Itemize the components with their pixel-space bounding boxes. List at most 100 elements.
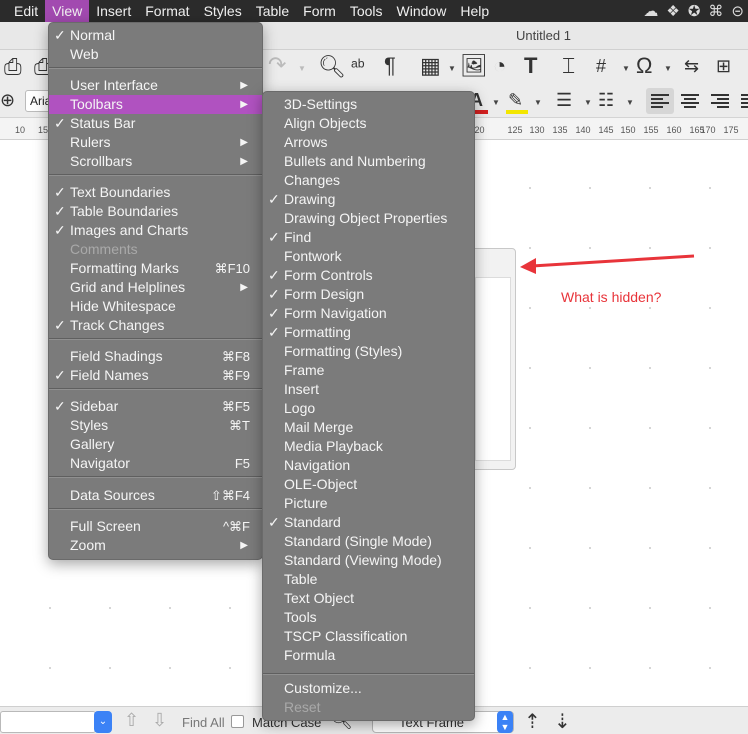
menu-item-fontwork[interactable]: Fontwork — [263, 247, 474, 266]
insert-image-icon[interactable]: 🖼︎ — [460, 55, 488, 77]
menu-item-zoom[interactable]: Zoom ▶ — [49, 536, 262, 555]
menu-item-track-changes[interactable]: ✓ Track Changes — [49, 316, 262, 335]
menu-item-sidebar[interactable]: ✓ Sidebar ⌘F5 — [49, 397, 262, 416]
app-icon[interactable]: ✪ — [688, 2, 701, 20]
command-icon[interactable]: ⌘ — [708, 2, 723, 20]
menu-item-standard[interactable]: ✓ Standard — [263, 513, 474, 532]
menu-item-table[interactable]: Table — [263, 570, 474, 589]
menu-item-formatting[interactable]: ✓ Formatting — [263, 323, 474, 342]
menu-item-data-sources[interactable]: Data Sources ⇧⌘F4 — [49, 486, 262, 505]
match-case-checkbox[interactable] — [231, 715, 244, 728]
menu-item-scrollbars[interactable]: Scrollbars ▶ — [49, 152, 262, 171]
find-next-icon[interactable]: ⇩ — [152, 710, 167, 731]
menu-item-field-names[interactable]: ✓ Field Names ⌘F9 — [49, 366, 262, 385]
ordered-list-dropdown-icon[interactable]: ▼ — [626, 98, 634, 107]
ordered-list-icon[interactable]: ☷ — [598, 91, 614, 109]
menu-item-hide-whitespace[interactable]: Hide Whitespace — [49, 297, 262, 316]
menu-item-bullets-and-numbering[interactable]: Bullets and Numbering — [263, 152, 474, 171]
find-replace-icon[interactable]: 🔍︎ — [318, 56, 346, 78]
menu-item-user-interface[interactable]: User Interface ▶ — [49, 76, 262, 95]
menu-item-gallery[interactable]: Gallery — [49, 435, 262, 454]
align-right-button[interactable] — [706, 88, 734, 114]
menu-item-standard-single-mode[interactable]: Standard (Single Mode) — [263, 532, 474, 551]
menu-item-tools[interactable]: Tools — [263, 608, 474, 627]
menubar-insert[interactable]: Insert — [89, 0, 138, 22]
insert-textbox-icon[interactable]: T — [524, 55, 537, 77]
menu-item-table-boundaries[interactable]: ✓ Table Boundaries — [49, 202, 262, 221]
menu-item-mail-merge[interactable]: Mail Merge — [263, 418, 474, 437]
menu-item-changes[interactable]: Changes — [263, 171, 474, 190]
menu-item-tscp-classification[interactable]: TSCP Classification — [263, 627, 474, 646]
menu-item-formatting-marks[interactable]: Formatting Marks ⌘F10 — [49, 259, 262, 278]
unordered-list-dropdown-icon[interactable]: ▼ — [584, 98, 592, 107]
menubar-help[interactable]: Help — [453, 0, 496, 22]
menu-item-text-object[interactable]: Text Object — [263, 589, 474, 608]
menu-item-rulers[interactable]: Rulers ▶ — [49, 133, 262, 152]
insert-chart-icon[interactable]: ◔ — [493, 55, 506, 77]
menubar-styles[interactable]: Styles — [197, 0, 249, 22]
menu-item-find[interactable]: ✓ Find — [263, 228, 474, 247]
menu-item-normal[interactable]: ✓ Normal — [49, 26, 262, 45]
menu-item-navigation[interactable]: Navigation — [263, 456, 474, 475]
justify-button[interactable] — [736, 88, 748, 114]
sync-icon[interactable]: ⊝ — [731, 2, 744, 20]
menu-item-full-screen[interactable]: Full Screen ^⌘F — [49, 517, 262, 536]
field-dropdown-icon[interactable]: ▼ — [622, 64, 630, 73]
menu-item-web[interactable]: Web — [49, 45, 262, 64]
print-icon[interactable]: ⎙ — [4, 56, 22, 78]
hidden-panel[interactable] — [470, 248, 516, 470]
formatting-marks-icon[interactable]: ¶ — [384, 55, 396, 77]
menubar-edit[interactable]: Edit — [0, 0, 45, 22]
special-character-icon[interactable]: Ω — [636, 55, 652, 77]
menu-item-text-boundaries[interactable]: ✓ Text Boundaries — [49, 183, 262, 202]
menubar-tools[interactable]: Tools — [343, 0, 390, 22]
menu-item-3d-settings[interactable]: 3D-Settings — [263, 95, 474, 114]
menu-item-formula[interactable]: Formula — [263, 646, 474, 665]
previous-object-icon[interactable]: ⇡ — [524, 709, 541, 734]
find-input[interactable] — [0, 711, 96, 733]
table-dropdown-icon[interactable]: ▼ — [448, 64, 456, 73]
menu-item-align-objects[interactable]: Align Objects — [263, 114, 474, 133]
special-character-dropdown-icon[interactable]: ▼ — [664, 64, 672, 73]
find-previous-icon[interactable]: ⇧ — [124, 710, 139, 731]
highlight-dropdown-icon[interactable]: ▼ — [534, 98, 542, 107]
menu-item-styles[interactable]: Styles ⌘T — [49, 416, 262, 435]
unordered-list-icon[interactable]: ☰ — [556, 91, 572, 109]
highlight-icon[interactable]: ✎ — [508, 90, 523, 111]
menu-item-logo[interactable]: Logo — [263, 399, 474, 418]
menubar-table[interactable]: Table — [249, 0, 296, 22]
find-history-dropdown[interactable]: ⌄ — [94, 711, 112, 733]
menu-item-toolbars[interactable]: Toolbars ▶ — [49, 95, 262, 114]
menu-item-status-bar[interactable]: ✓ Status Bar — [49, 114, 262, 133]
menubar-view[interactable]: View — [45, 0, 90, 22]
align-left-button[interactable] — [646, 88, 674, 114]
next-object-icon[interactable]: ⇣ — [554, 709, 571, 734]
menu-item-drawing[interactable]: ✓ Drawing — [263, 190, 474, 209]
dropbox-icon[interactable]: ❖ — [666, 2, 679, 20]
menu-item-drawing-object-properties[interactable]: Drawing Object Properties — [263, 209, 474, 228]
hyperlink-icon[interactable]: ⇆ — [684, 57, 699, 75]
spelling-icon[interactable]: ᵃᵇ — [351, 57, 365, 75]
menu-item-customize[interactable]: Customize... — [263, 679, 474, 698]
menu-item-formatting-styles[interactable]: Formatting (Styles) — [263, 342, 474, 361]
menu-item-arrows[interactable]: Arrows — [263, 133, 474, 152]
redo-dropdown-icon[interactable]: ▼ — [298, 64, 306, 73]
menu-item-form-design[interactable]: ✓ Form Design — [263, 285, 474, 304]
find-all-button[interactable]: Find All — [182, 715, 225, 730]
menu-item-ole-object[interactable]: OLE-Object — [263, 475, 474, 494]
menu-item-media-playback[interactable]: Media Playback — [263, 437, 474, 456]
menu-item-frame[interactable]: Frame — [263, 361, 474, 380]
menu-item-form-controls[interactable]: ✓ Form Controls — [263, 266, 474, 285]
menu-item-images-and-charts[interactable]: ✓ Images and Charts — [49, 221, 262, 240]
menu-item-form-navigation[interactable]: ✓ Form Navigation — [263, 304, 474, 323]
align-center-button[interactable] — [676, 88, 704, 114]
cloud-icon[interactable]: ☁ — [643, 2, 658, 20]
menu-item-navigator[interactable]: Navigator F5 — [49, 454, 262, 473]
menubar-form[interactable]: Form — [296, 0, 343, 22]
footnote-icon[interactable]: ⊞ — [716, 57, 731, 75]
insert-table-icon[interactable]: ▦ — [420, 55, 441, 77]
redo-icon[interactable]: ↷ — [268, 54, 286, 76]
menubar-window[interactable]: Window — [390, 0, 454, 22]
styles-icon[interactable]: ⊕ — [0, 91, 15, 109]
menu-item-field-shadings[interactable]: Field Shadings ⌘F8 — [49, 347, 262, 366]
